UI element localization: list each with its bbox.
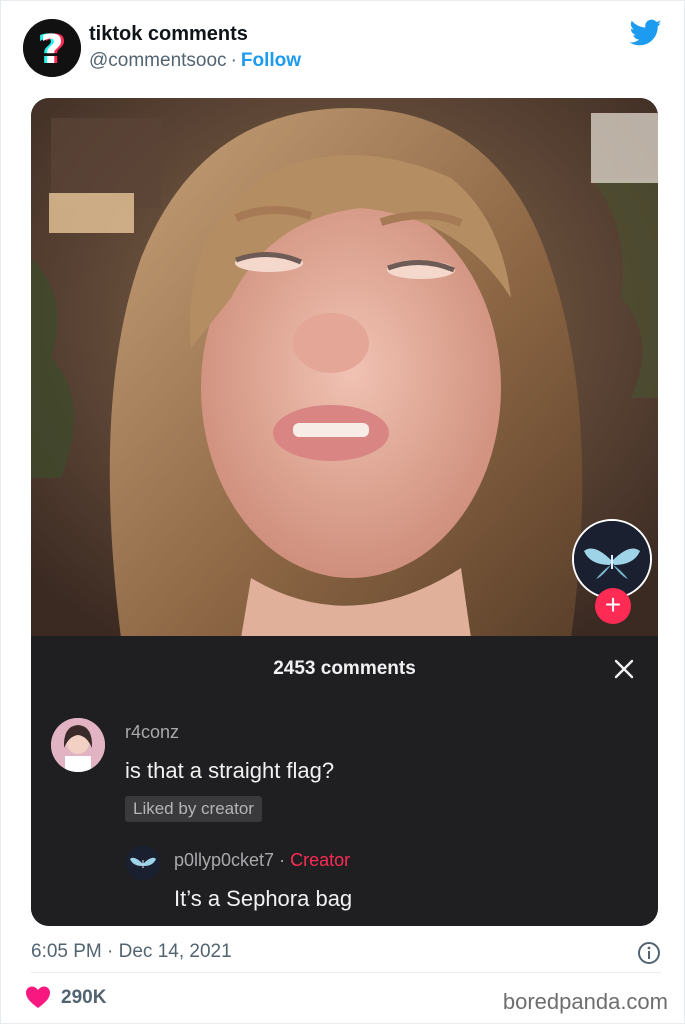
plus-icon: + — [604, 589, 622, 620]
commenter-avatar[interactable] — [51, 718, 105, 772]
comment-username[interactable]: r4conz — [125, 722, 179, 743]
comments-count: 2453 comments — [273, 658, 416, 679]
separator: · — [230, 50, 237, 71]
svg-text:?: ? — [40, 27, 63, 73]
video-frame-illustration — [31, 98, 658, 638]
comment-text: is that a straight flag? — [125, 758, 335, 783]
comments-panel: 2453 comments r4conz is that a straight … — [31, 636, 658, 926]
video-frame — [31, 98, 658, 638]
close-icon[interactable] — [613, 658, 635, 680]
butterfly-small-icon — [126, 846, 160, 880]
info-icon[interactable] — [637, 941, 661, 965]
watermark: boredpanda.com — [502, 989, 668, 1014]
reply-avatar[interactable] — [126, 846, 160, 880]
divider — [31, 972, 661, 973]
handle-row: @commentsooc · Follow — [89, 50, 301, 72]
display-name[interactable]: tiktok comments — [89, 23, 248, 46]
reply-username-row: p0llyp0cket7 · Creator — [174, 850, 350, 871]
account-avatar[interactable]: ? ? ? — [23, 19, 81, 77]
likes-count[interactable]: 290K — [61, 987, 106, 1009]
follow-plus-button[interactable]: + — [595, 588, 631, 624]
creator-tag: Creator — [290, 850, 351, 870]
handle[interactable]: @commentsooc — [89, 50, 227, 71]
tweet-timestamp[interactable]: 6:05 PM · Dec 14, 2021 — [31, 941, 232, 963]
reply-text: It’s a Sephora bag — [174, 886, 353, 911]
tiktok-screenshot[interactable]: + 2453 comments r4conz is that a straigh… — [31, 98, 658, 926]
reply-separator: · — [279, 850, 286, 870]
creator-profile-button[interactable] — [572, 519, 652, 599]
butterfly-icon — [574, 521, 650, 597]
reply-username[interactable]: p0llyp0cket7 — [174, 850, 274, 870]
commenter-avatar-image — [51, 718, 105, 772]
question-logo-icon: ? ? ? — [23, 19, 81, 77]
heart-icon[interactable] — [25, 985, 51, 1009]
tweet-card: ? ? ? tiktok comments @commentsooc · Follo… — [0, 0, 685, 1024]
follow-button[interactable]: Follow — [241, 50, 301, 71]
liked-by-creator-badge: Liked by creator — [125, 796, 262, 822]
twitter-bird-icon[interactable] — [630, 19, 662, 47]
